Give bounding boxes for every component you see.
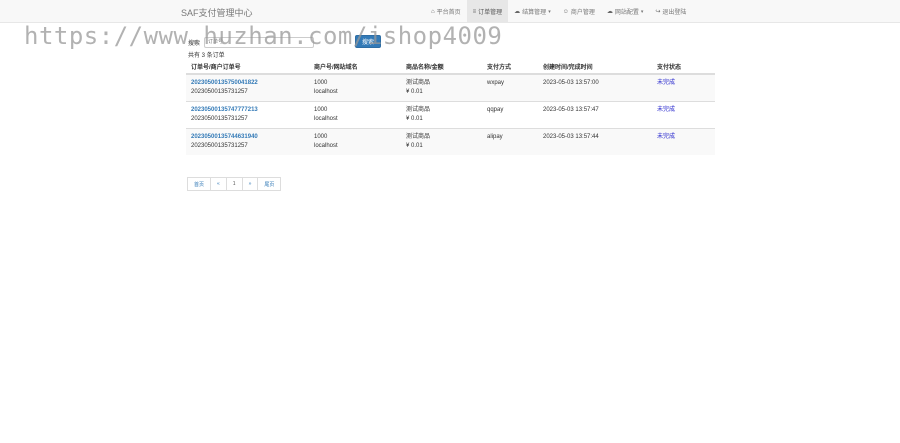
home-icon: ⌂: [431, 8, 435, 15]
site-domain: localhost: [314, 116, 338, 122]
nav-item-4[interactable]: ☁ 网站配置 ▾: [601, 0, 650, 23]
table-cell: 20230500135747777213 20230500135731257: [186, 106, 314, 128]
table-cell: 20230500135744631940 20230500135731257: [186, 133, 314, 155]
header-time: 创建时间/完成时间: [543, 64, 593, 71]
created-time: 2023-05-03 13:57:44: [543, 134, 599, 140]
user-icon: ☺: [562, 8, 569, 15]
nav-item-label: 网站配置: [614, 10, 639, 16]
order-number-link[interactable]: 20230500135744631940: [191, 133, 314, 142]
orders-table: 订单号/商户订单号 商户号/网站域名 商品名称/金额 支付方式 创建时间/完成时…: [186, 59, 715, 155]
created-time: 2023-05-03 13:57:00: [543, 80, 599, 86]
table-row: 20230500135744631940 20230500135731257 100…: [186, 128, 715, 155]
payment-status-link[interactable]: 未完成: [657, 79, 715, 88]
logout-icon: ↪: [655, 9, 661, 15]
payment-method: qqpay: [487, 107, 504, 113]
table-cell: 测试商品 ¥ 0.01: [406, 106, 487, 128]
page-current[interactable]: 1: [225, 177, 243, 191]
caret-down-icon: ▾: [548, 8, 551, 15]
payment-method: wxpay: [487, 80, 505, 86]
pagination: 首页 « 1 » 尾页: [187, 177, 282, 191]
nav-item-label: 商户管理: [570, 10, 595, 16]
table-cell: 测试商品 ¥ 0.01: [406, 79, 487, 101]
merchant-order-number: 20230500135731257: [191, 143, 248, 149]
top-navbar: SAF支付管理中心 ⌂ 平台首页 ≡ 订单管理 ☁ 结算管理 ▾ ☺ 商户管理 ☁ 网站配置 ▾ ↪ 退出…: [0, 0, 900, 23]
nav-item-5[interactable]: ↪ 退出登陆: [649, 0, 692, 23]
cart-icon: ≡: [472, 8, 477, 15]
page-prev-button[interactable]: «: [210, 177, 227, 191]
nav-item-label: 订单管理: [478, 10, 503, 16]
product-name: 测试商品: [406, 80, 431, 86]
product-name: 测试商品: [406, 134, 431, 140]
nav-item-label: 平台首页: [436, 10, 461, 16]
table-cell: wxpay: [487, 79, 543, 101]
header-status: 支付状态: [657, 64, 682, 71]
order-amount: ¥ 0.01: [406, 89, 423, 95]
order-amount: ¥ 0.01: [406, 143, 423, 149]
caret-down-icon: ▾: [640, 8, 644, 15]
table-cell: 20230500135750041822 20230500135731257: [186, 79, 314, 101]
product-name: 测试商品: [406, 107, 431, 113]
merchant-id: 1000: [314, 107, 328, 113]
table-cell: 2023-05-03 13:57:47: [543, 106, 657, 128]
merchant-order-number: 20230500135731257: [191, 116, 248, 122]
table-cell: 1000 localhost: [314, 133, 406, 155]
nav-item-label: 退出登陆: [662, 10, 687, 16]
merchant-id: 1000: [314, 80, 328, 86]
table-cell: 未完成: [657, 133, 715, 155]
page-next-button[interactable]: »: [241, 177, 259, 191]
merchant-id: 1000: [314, 134, 328, 140]
nav-item-2[interactable]: ☁ 结算管理 ▾: [508, 0, 557, 23]
header-merchant: 商户号/网站域名: [314, 64, 358, 71]
payment-status-link[interactable]: 未完成: [657, 106, 715, 115]
site-domain: localhost: [314, 89, 338, 95]
nav-item-3[interactable]: ☺ 商户管理: [557, 0, 601, 23]
payment-status-link[interactable]: 未完成: [657, 133, 715, 142]
nav-item-label: 结算管理: [522, 10, 547, 16]
header-method: 支付方式: [487, 64, 512, 71]
created-time: 2023-05-03 13:57:47: [543, 107, 599, 113]
merchant-order-number: 20230500135731257: [191, 89, 248, 95]
table-cell: 未完成: [657, 106, 715, 128]
cloud-icon: ☁: [606, 9, 613, 15]
cloud-icon: ☁: [514, 9, 521, 15]
brand-title[interactable]: SAF支付管理中心: [181, 6, 253, 19]
table-cell: alipay: [487, 133, 543, 155]
header-order-no: 订单号/商户订单号: [191, 64, 241, 71]
table-cell: 1000 localhost: [314, 106, 406, 128]
page-first-button[interactable]: 首页: [187, 177, 212, 191]
table-row: 20230500135747777213 20230500135731257 100…: [186, 101, 715, 128]
table-cell: 测试商品 ¥ 0.01: [406, 133, 487, 155]
order-number-link[interactable]: 20230500135747777213: [191, 106, 314, 115]
nav-item-0[interactable]: ⌂ 平台首页: [425, 0, 467, 23]
table-cell: 2023-05-03 13:57:44: [543, 133, 657, 155]
table-cell: 未完成: [657, 79, 715, 101]
table-cell: 2023-05-03 13:57:00: [543, 79, 657, 101]
table-cell: qqpay: [487, 106, 543, 128]
nav-item-1[interactable]: ≡ 订单管理: [466, 0, 509, 23]
page-last-button[interactable]: 尾页: [257, 177, 282, 191]
order-amount: ¥ 0.01: [406, 116, 423, 122]
site-domain: localhost: [314, 143, 338, 149]
order-number-link[interactable]: 20230500135750041822: [191, 79, 314, 88]
payment-method: alipay: [487, 134, 503, 140]
nav-menu: ⌂ 平台首页 ≡ 订单管理 ☁ 结算管理 ▾ ☺ 商户管理 ☁ 网站配置 ▾ ↪ 退出登陆: [425, 0, 692, 23]
order-count: 共有 3 条订单: [188, 53, 225, 59]
table-row: 20230500135750041822 20230500135731257 100…: [186, 74, 715, 101]
table-cell: 1000 localhost: [314, 79, 406, 101]
watermark-text: https://www.huzhan.com/ishop4009: [24, 22, 503, 50]
header-product: 商品名称/金额: [406, 64, 444, 71]
table-header: 订单号/商户订单号 商户号/网站域名 商品名称/金额 支付方式 创建时间/完成时…: [186, 59, 715, 74]
